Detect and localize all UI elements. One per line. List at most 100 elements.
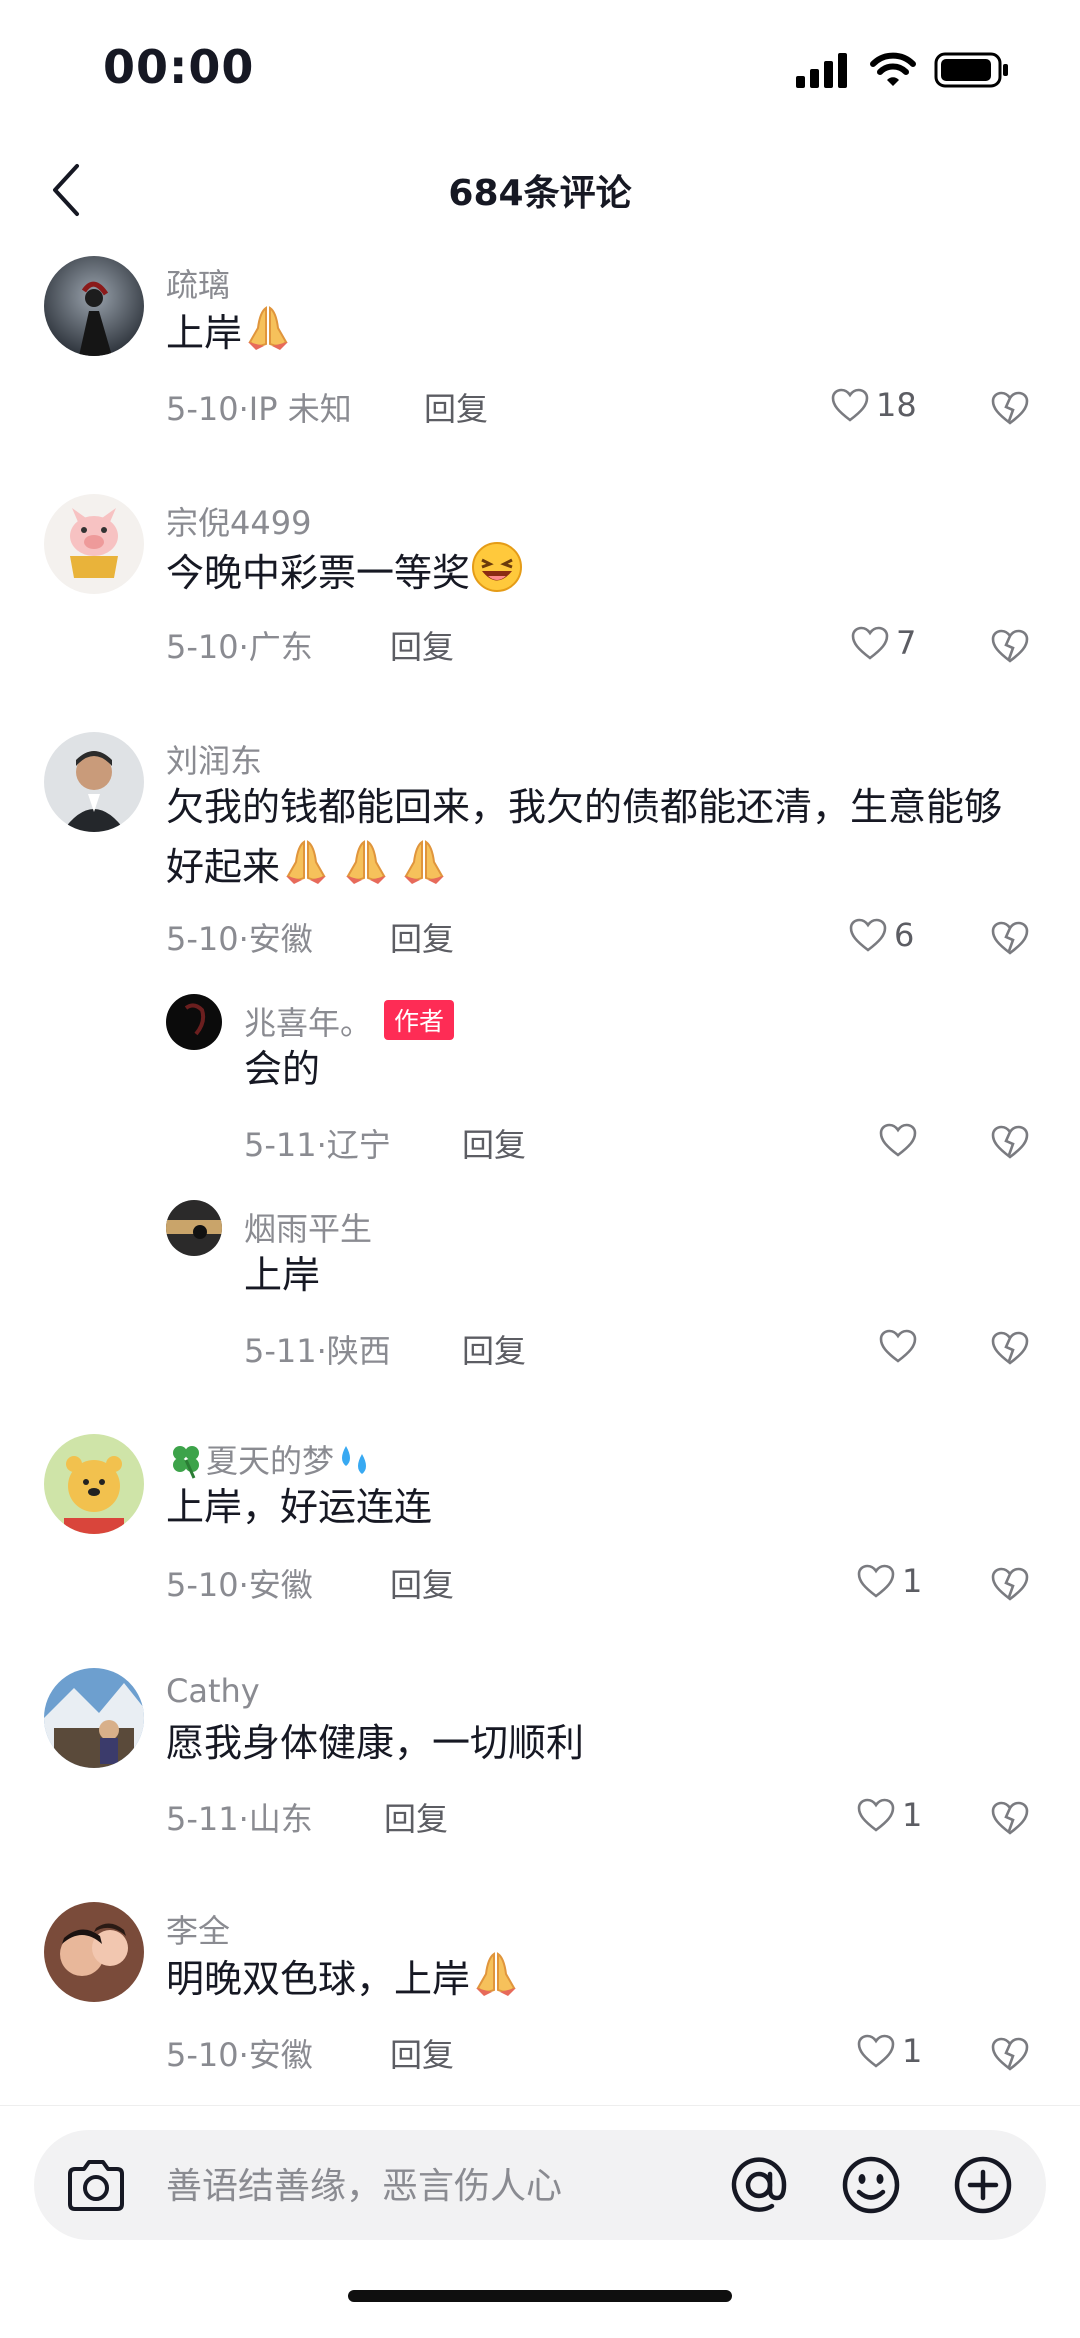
- reply-meta: 5-11·陕西: [244, 1332, 391, 1370]
- add-button[interactable]: [950, 2152, 1016, 2218]
- comment-text: 愿我身体健康，一切顺利: [166, 1721, 585, 1765]
- reply-button[interactable]: 回复: [390, 622, 454, 668]
- dislike-button[interactable]: [990, 390, 1030, 430]
- heart-icon: [879, 1329, 917, 1363]
- like-button[interactable]: 1: [856, 1562, 922, 1600]
- heart-icon: [857, 2034, 895, 2068]
- avatar[interactable]: [44, 1902, 144, 2002]
- like-button[interactable]: 18: [830, 386, 917, 424]
- like-button[interactable]: 1: [856, 1796, 922, 1834]
- dislike-icon: [991, 391, 1029, 425]
- comment-meta: 5-10·安徽: [166, 920, 313, 958]
- comment-meta: 5-10·安徽: [166, 1566, 313, 1604]
- dislike-button[interactable]: [990, 920, 1030, 960]
- like-count: 1: [902, 1796, 923, 1834]
- pray-emoji-icon: [242, 302, 294, 370]
- like-count: 18: [876, 386, 917, 424]
- comment-username[interactable]: Cathy: [166, 1672, 260, 1710]
- comment-input-bar: [0, 2105, 1080, 2338]
- pray-emoji-icon: [470, 1948, 522, 2016]
- laugh-emoji-icon: [470, 540, 524, 610]
- reply-button[interactable]: 回复: [390, 914, 454, 960]
- comment-meta: 5-10·安徽: [166, 2036, 313, 2074]
- status-bar: 00:00: [0, 0, 1080, 140]
- status-icons: [796, 50, 1010, 90]
- dislike-icon: [991, 2037, 1029, 2071]
- avatar[interactable]: [44, 1434, 144, 1534]
- dislike-button[interactable]: [990, 628, 1030, 668]
- dislike-button[interactable]: [990, 1566, 1030, 1606]
- battery-icon: [934, 52, 1008, 88]
- avatar[interactable]: [44, 732, 144, 832]
- comment-text: 明晚双色球，上岸: [166, 1948, 522, 2016]
- comment-input-container: [34, 2130, 1046, 2240]
- avatar[interactable]: [44, 494, 144, 594]
- status-time: 00:00: [103, 40, 255, 94]
- heart-icon: [849, 918, 887, 952]
- comment-username[interactable]: 李全: [166, 1906, 230, 1952]
- like-button[interactable]: 6: [848, 916, 914, 954]
- dislike-button[interactable]: [990, 1330, 1030, 1370]
- page-title: 684条评论: [448, 173, 632, 214]
- comment-text: 欠我的钱都能回来，我欠的债都能还清，生意能够好起来: [166, 778, 1026, 904]
- like-count: 7: [896, 624, 917, 662]
- dislike-icon: [991, 1567, 1029, 1601]
- dislike-button[interactable]: [990, 2036, 1030, 2076]
- like-count: 6: [894, 916, 915, 954]
- dislike-button[interactable]: [990, 1800, 1030, 1840]
- heart-icon: [857, 1564, 895, 1598]
- comment-text: 上岸: [166, 302, 294, 370]
- comment-text: 上岸，好运连连: [166, 1485, 433, 1529]
- like-count: 1: [902, 1562, 923, 1600]
- reply-button[interactable]: 回复: [462, 1120, 526, 1166]
- at-icon: [731, 2157, 787, 2212]
- comment-meta: 5-10·广东: [166, 628, 313, 666]
- dislike-icon: [991, 1801, 1029, 1835]
- reply-button[interactable]: 回复: [424, 384, 488, 430]
- heart-icon: [831, 388, 869, 422]
- emoji-icon: [842, 2156, 900, 2214]
- like-count: 1: [902, 2032, 923, 2070]
- reply-meta: 5-11·辽宁: [244, 1126, 391, 1164]
- reply-text: 上岸: [244, 1253, 321, 1297]
- like-button[interactable]: 1: [856, 2032, 922, 2070]
- plus-icon: [954, 2156, 1012, 2214]
- wifi-icon: [870, 52, 916, 86]
- comment-meta: 5-11·山东: [166, 1800, 313, 1838]
- comment-username[interactable]: 疏璃: [166, 260, 230, 306]
- reply-username[interactable]: 烟雨平生: [244, 1204, 372, 1250]
- like-button[interactable]: [878, 1328, 924, 1364]
- dislike-button[interactable]: [990, 1124, 1030, 1164]
- comment-input[interactable]: [164, 2150, 728, 2222]
- comment-username[interactable]: 宗倪4499: [166, 498, 311, 544]
- author-badge: 作者: [384, 1000, 455, 1040]
- like-button[interactable]: [878, 1122, 924, 1158]
- comment-username[interactable]: 刘润东: [166, 736, 262, 782]
- dislike-icon: [991, 1331, 1029, 1365]
- camera-button[interactable]: [64, 2158, 128, 2218]
- dislike-icon: [991, 629, 1029, 663]
- reply-text: 会的: [244, 1047, 321, 1091]
- header: 684条评论: [0, 140, 1080, 240]
- reply-button[interactable]: 回复: [390, 1560, 454, 1606]
- dislike-icon: [991, 1125, 1029, 1159]
- signal-icon: [796, 53, 847, 88]
- heart-icon: [851, 626, 889, 660]
- avatar[interactable]: [44, 1668, 144, 1768]
- avatar[interactable]: [44, 256, 144, 356]
- mention-button[interactable]: [726, 2152, 792, 2218]
- camera-icon: [68, 2160, 124, 2211]
- comment-meta: 5-10·IP 未知: [166, 390, 352, 428]
- home-indicator: [348, 2290, 732, 2302]
- reply-button[interactable]: 回复: [390, 2030, 454, 2076]
- avatar[interactable]: [166, 1200, 222, 1256]
- reply-button[interactable]: 回复: [462, 1326, 526, 1372]
- like-button[interactable]: 7: [850, 624, 916, 662]
- dislike-icon: [991, 921, 1029, 955]
- pray-emoji-icon: [280, 836, 450, 904]
- reply-button[interactable]: 回复: [384, 1794, 448, 1840]
- avatar[interactable]: [166, 994, 222, 1050]
- reply-username: 兆喜年。 作者: [244, 998, 455, 1044]
- heart-icon: [879, 1123, 917, 1157]
- emoji-button[interactable]: [838, 2152, 904, 2218]
